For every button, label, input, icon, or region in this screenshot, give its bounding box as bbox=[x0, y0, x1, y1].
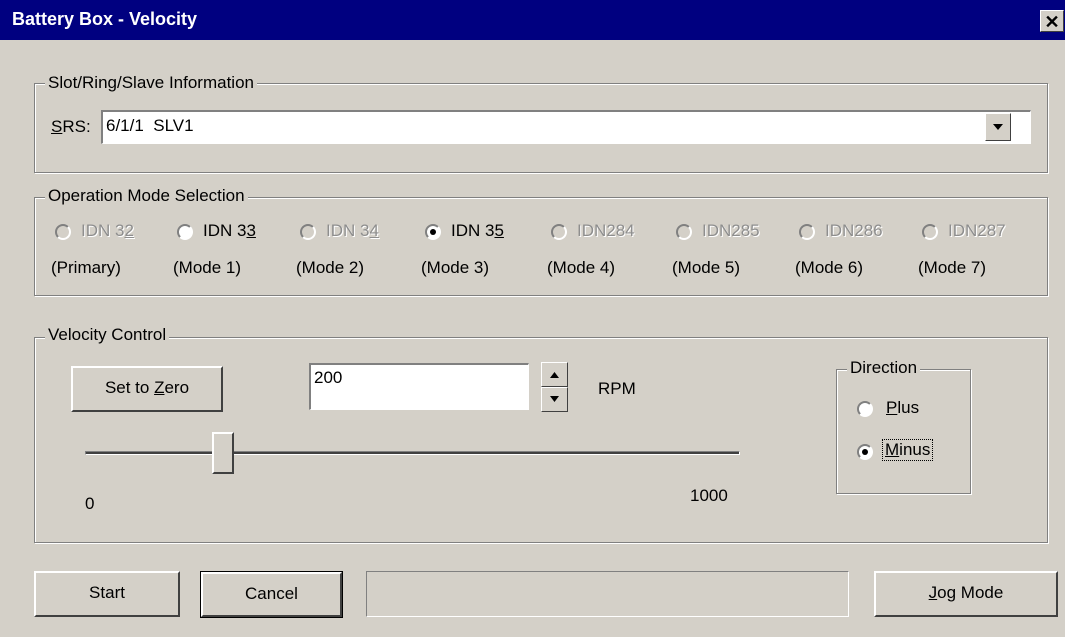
mode-group bbox=[34, 197, 1048, 296]
mode-option-sub-2: (Mode 2) bbox=[296, 258, 365, 277]
srs-value: 6/1/1 SLV1 bbox=[106, 116, 194, 135]
slider-max-label: 1000 bbox=[690, 486, 728, 505]
mode-radio-1[interactable] bbox=[177, 224, 193, 240]
mode-option-sub-6: (Mode 6) bbox=[795, 258, 864, 277]
mode-option-sub-1: (Mode 1) bbox=[173, 258, 242, 277]
mode-option-sub-3: (Mode 3) bbox=[421, 258, 490, 277]
jog-mode-button[interactable]: Jog Mode bbox=[874, 571, 1058, 617]
window-title: Battery Box - Velocity bbox=[12, 9, 198, 29]
mode-option-sub-5: (Mode 5) bbox=[672, 258, 741, 277]
speed-value: 200 bbox=[314, 368, 343, 387]
direction-group bbox=[836, 369, 971, 494]
mode-option-label-5[interactable]: IDN285 bbox=[702, 221, 760, 241]
mode-radio-7[interactable] bbox=[922, 224, 938, 240]
mode-radio-2[interactable] bbox=[300, 224, 316, 240]
mode-option-label-2[interactable]: IDN 34 bbox=[326, 221, 379, 241]
srs-group-legend: Slot/Ring/Slave Information bbox=[45, 73, 257, 93]
spin-down-button[interactable] bbox=[541, 387, 568, 412]
direction-minus-label[interactable]: Minus bbox=[881, 439, 934, 461]
slider-thumb[interactable] bbox=[212, 432, 234, 474]
mode-option-label-4[interactable]: IDN284 bbox=[577, 221, 635, 241]
direction-plus-radio[interactable] bbox=[857, 401, 873, 417]
mode-option-label-7[interactable]: IDN287 bbox=[948, 221, 1006, 241]
cancel-button[interactable]: Cancel bbox=[200, 571, 343, 618]
mode-group-legend: Operation Mode Selection bbox=[45, 186, 248, 206]
speed-unit-label: RPM bbox=[598, 379, 636, 398]
slider-min-label: 0 bbox=[85, 494, 95, 513]
speed-input[interactable]: 200 bbox=[309, 363, 529, 410]
mode-radio-5[interactable] bbox=[676, 224, 692, 240]
direction-minus-radio[interactable] bbox=[857, 444, 873, 460]
spin-up-icon bbox=[550, 372, 559, 378]
close-icon[interactable]: ✕ bbox=[1040, 10, 1064, 32]
spin-up-button[interactable] bbox=[541, 362, 568, 387]
direction-plus-label[interactable]: Plus bbox=[886, 398, 919, 418]
chevron-down-icon bbox=[993, 124, 1003, 130]
direction-group-legend: Direction bbox=[847, 358, 921, 378]
mode-option-sub-4: (Mode 4) bbox=[547, 258, 616, 277]
status-bar bbox=[366, 571, 849, 617]
mode-radio-3[interactable] bbox=[425, 224, 441, 240]
slider-track bbox=[85, 451, 740, 455]
mode-option-sub-0: (Primary) bbox=[51, 258, 121, 277]
mode-option-label-3[interactable]: IDN 35 bbox=[451, 221, 504, 241]
mode-option-label-6[interactable]: IDN286 bbox=[825, 221, 883, 241]
mode-radio-0[interactable] bbox=[55, 224, 71, 240]
start-button[interactable]: Start bbox=[34, 571, 180, 617]
mode-radio-4[interactable] bbox=[551, 224, 567, 240]
title-bar: Battery Box - Velocity ✕ bbox=[0, 0, 1065, 40]
srs-label: SRS: bbox=[51, 117, 91, 136]
speed-slider[interactable] bbox=[85, 432, 740, 476]
mode-option-label-1[interactable]: IDN 33 bbox=[203, 221, 256, 241]
spin-down-icon bbox=[550, 396, 559, 402]
mode-option-label-0[interactable]: IDN 32 bbox=[81, 221, 134, 241]
set-to-zero-button[interactable]: Set to Zero bbox=[71, 366, 223, 412]
mode-radio-6[interactable] bbox=[799, 224, 815, 240]
speed-spinner bbox=[541, 362, 568, 412]
mode-option-sub-7: (Mode 7) bbox=[918, 258, 987, 277]
srs-combobox[interactable]: 6/1/1 SLV1 bbox=[101, 110, 1031, 144]
srs-dropdown-button[interactable] bbox=[985, 113, 1011, 141]
velocity-group-legend: Velocity Control bbox=[45, 325, 170, 345]
